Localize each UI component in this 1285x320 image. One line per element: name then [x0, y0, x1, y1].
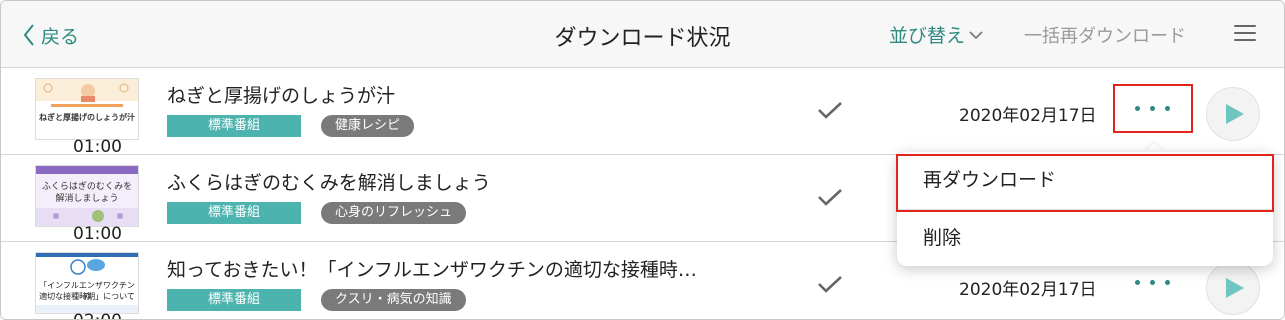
checkmark-icon	[818, 276, 842, 293]
category-tag: 健康レシピ	[321, 115, 415, 137]
row-title: ねぎと厚揚げのしょうが汁	[167, 85, 396, 107]
dot-icon	[1135, 280, 1140, 285]
row-title: ふくらはぎのむくみを解消しましょう	[167, 172, 491, 194]
thumbnail-caption: 適切な接種時期」について	[39, 292, 135, 301]
category-tag: 心身のリフレッシュ	[321, 202, 467, 224]
play-button[interactable]	[1206, 261, 1260, 315]
highlight-box	[1113, 84, 1193, 133]
download-date: 2020年02月17日	[959, 106, 1097, 126]
duration-label: 01:00	[73, 224, 122, 244]
play-button[interactable]	[1206, 87, 1260, 141]
download-row-1[interactable]: ねぎと厚揚げのしょうが汁 01:00 ねぎと厚揚げのしょうが汁 標準番組 健康レ…	[1, 68, 1284, 157]
checkmark-icon	[818, 189, 842, 206]
chevron-down-icon	[969, 30, 983, 39]
menu-item-delete[interactable]: 削除	[897, 210, 1273, 267]
play-icon	[1226, 278, 1244, 298]
program-tag: 標準番組	[167, 289, 301, 311]
program-tag: 標準番組	[167, 202, 301, 224]
category-tag: クスリ・病気の知識	[321, 289, 466, 311]
bulk-redownload-button[interactable]: 一括再ダウンロード	[1024, 22, 1186, 48]
dot-icon	[1165, 280, 1170, 285]
thumbnail-caption: 解消しましょう	[55, 194, 119, 204]
duration-label: 01:00	[73, 137, 122, 157]
highlight-box	[896, 154, 1274, 212]
sort-label: 並び替え	[889, 25, 966, 47]
download-date: 2020年02月17日	[959, 280, 1097, 300]
play-icon	[1226, 104, 1244, 124]
row-title: 知っておきたい！「インフルエンザワクチンの適切な接種時…	[167, 259, 697, 281]
video-thumbnail: ねぎと厚揚げのしょうが汁	[35, 78, 139, 140]
thumbnail-caption: ねぎと厚揚げのしょうが汁	[39, 113, 135, 122]
video-thumbnail: 「インフルエンザワクチンの 適切な接種時期」について	[35, 252, 139, 314]
program-tag: 標準番組	[167, 115, 301, 137]
hamburger-menu-icon[interactable]	[1234, 25, 1256, 43]
video-thumbnail: ふくらはぎのむくみを 解消しましょう	[35, 165, 139, 227]
sort-button[interactable]: 並び替え	[889, 21, 983, 48]
popup-pointer	[1144, 142, 1164, 152]
more-options-button[interactable]	[1135, 280, 1170, 285]
download-status-screen: 戻る ダウンロード状況 並び替え 一括再ダウンロード ねぎと厚揚げのしょうが汁 …	[0, 0, 1285, 320]
checkmark-icon	[818, 102, 842, 119]
header-bar: 戻る ダウンロード状況 並び替え 一括再ダウンロード	[1, 1, 1284, 68]
dot-icon	[1150, 280, 1155, 285]
duration-label: 02:00	[73, 311, 133, 319]
